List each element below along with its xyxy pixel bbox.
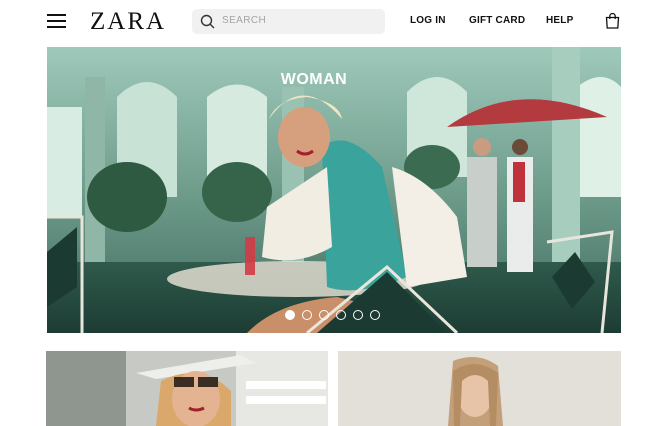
- hero-image: [47, 47, 621, 333]
- gift-card-link[interactable]: GIFT CARD: [469, 15, 525, 26]
- left-promo-card[interactable]: [46, 351, 328, 426]
- header: ZARA SEARCH LOG IN GIFT CARD HELP: [0, 0, 666, 44]
- carousel-dot-6[interactable]: [370, 310, 380, 320]
- left-promo-image: [46, 351, 328, 426]
- zara-logo[interactable]: ZARA: [90, 8, 166, 36]
- carousel-dot-3[interactable]: [319, 310, 329, 320]
- right-promo-image: [338, 351, 621, 426]
- help-link[interactable]: HELP: [546, 15, 573, 26]
- hamburger-menu-icon[interactable]: [47, 14, 66, 28]
- hero-banner[interactable]: WOMAN: [47, 47, 621, 333]
- search-icon: [200, 14, 215, 29]
- login-link[interactable]: LOG IN: [410, 15, 446, 26]
- carousel-dot-2[interactable]: [302, 310, 312, 320]
- carousel-dot-1[interactable]: [285, 310, 295, 320]
- shopping-bag-icon[interactable]: [605, 13, 620, 29]
- search-input[interactable]: SEARCH: [192, 9, 385, 34]
- carousel-dot-4[interactable]: [336, 310, 346, 320]
- hero-title[interactable]: WOMAN: [47, 71, 581, 89]
- carousel-dot-5[interactable]: [353, 310, 363, 320]
- search-placeholder: SEARCH: [222, 15, 267, 26]
- right-promo-card[interactable]: [338, 351, 621, 426]
